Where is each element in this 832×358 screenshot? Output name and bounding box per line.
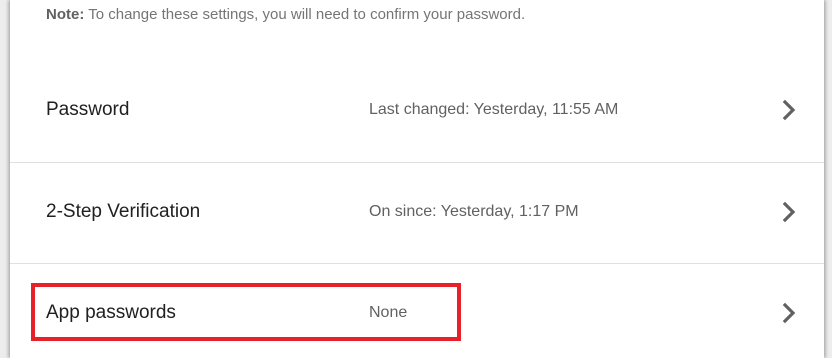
chevron-right-icon	[782, 302, 796, 324]
chevron-right-icon	[782, 99, 796, 121]
chevron-right-icon	[782, 201, 796, 223]
note-text: To change these settings, you will need …	[84, 6, 526, 23]
note-label: Note:	[46, 6, 85, 23]
signin-settings-card: Note: To change these settings, you will…	[10, 0, 824, 358]
password-row[interactable]: Password Last changed: Yesterday, 11:55 …	[10, 60, 824, 160]
password-last-changed: Last changed: Yesterday, 11:55 AM	[369, 101, 619, 118]
two-step-verification-row[interactable]: 2-Step Verification On since: Yesterday,…	[10, 162, 824, 262]
app-passwords-row[interactable]: App passwords None	[10, 263, 824, 358]
two-step-verification-status: On since: Yesterday, 1:17 PM	[369, 203, 579, 220]
settings-note: Note: To change these settings, you will…	[46, 6, 525, 23]
two-step-verification-label: 2-Step Verification	[46, 201, 201, 222]
app-passwords-label: App passwords	[46, 302, 176, 323]
password-label: Password	[46, 99, 130, 120]
app-passwords-value: None	[369, 304, 408, 321]
